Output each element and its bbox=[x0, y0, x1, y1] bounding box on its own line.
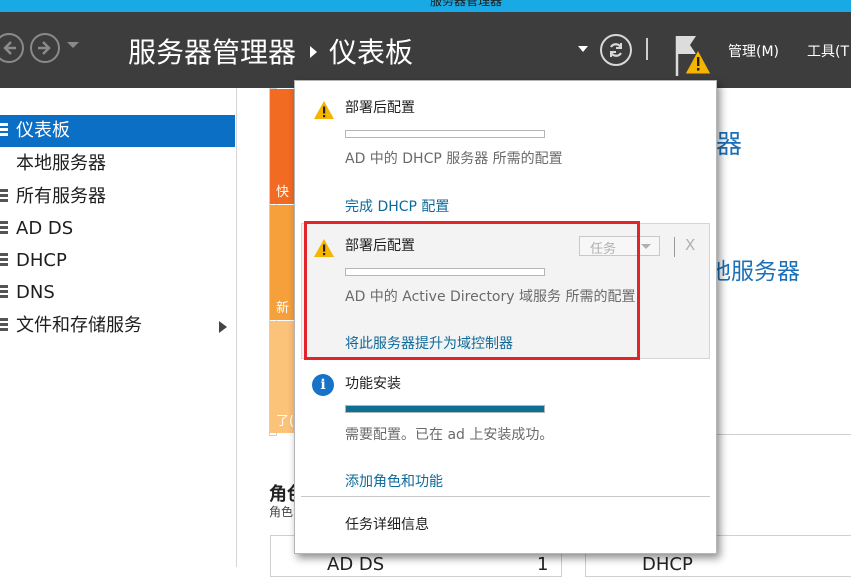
chevron-down-icon bbox=[641, 244, 651, 249]
progress-fill bbox=[346, 406, 544, 412]
sidebar-item-ad-ds[interactable]: AD DS bbox=[0, 213, 235, 245]
breadcrumb-separator-icon bbox=[310, 45, 318, 58]
sidebar-item-label: 仪表板 bbox=[16, 120, 70, 141]
file-storage-icon bbox=[0, 318, 8, 334]
breadcrumb-root[interactable]: 服务器管理器 bbox=[128, 36, 296, 69]
refresh-button[interactable] bbox=[600, 34, 632, 66]
sidebar-item-local-server[interactable]: 本地服务器 bbox=[0, 148, 235, 180]
expand-arrow-icon[interactable] bbox=[219, 321, 227, 333]
learn-more-tile-text: 了( bbox=[276, 414, 295, 429]
window-title: 服务器管理器 bbox=[430, 0, 503, 8]
tools-menu[interactable]: 工具(T bbox=[807, 41, 849, 61]
back-button[interactable] bbox=[0, 33, 24, 63]
warning-icon bbox=[314, 101, 334, 119]
refresh-icon bbox=[609, 43, 623, 57]
flag-warning-icon bbox=[675, 36, 712, 76]
notification-description: 需要配置。已在 ad 上安装成功。 bbox=[345, 427, 554, 443]
complete-dhcp-config-link[interactable]: 完成 DHCP 配置 bbox=[345, 196, 449, 216]
manage-menu[interactable]: 管理(M) bbox=[728, 41, 779, 61]
roles-subheading: 角色 bbox=[269, 505, 294, 519]
dns-icon bbox=[0, 285, 8, 301]
whats-new-tile-text: 新 bbox=[276, 301, 290, 316]
header-separator bbox=[646, 38, 648, 60]
back-arrow-icon bbox=[3, 41, 16, 55]
local-server-link[interactable]: 地服务器 bbox=[708, 252, 800, 286]
sidebar-item-all-servers[interactable]: 所有服务器 bbox=[0, 181, 235, 213]
window-title-bar: 服务器管理器 bbox=[0, 0, 851, 12]
sidebar: 仪表板 本地服务器 所有服务器 AD DS DHCP DNS 文件和存储服务 bbox=[0, 88, 237, 567]
sidebar-item-label: DNS bbox=[16, 282, 55, 303]
sidebar-item-file-storage[interactable]: 文件和存储服务 bbox=[0, 310, 235, 342]
popup-divider bbox=[301, 496, 710, 497]
breadcrumb: 服务器管理器 仪表板 bbox=[128, 31, 413, 71]
notification-progress-bar bbox=[345, 405, 545, 413]
toolbar-separator bbox=[674, 237, 675, 257]
history-dropdown-icon[interactable] bbox=[67, 42, 79, 48]
sidebar-item-label: AD DS bbox=[16, 218, 74, 239]
sidebar-item-label: 文件和存储服务 bbox=[16, 315, 142, 336]
all-servers-icon bbox=[0, 189, 8, 205]
close-notification-button[interactable]: X bbox=[685, 236, 695, 254]
role-card-title: DHCP bbox=[642, 554, 693, 575]
sidebar-item-dashboard[interactable]: 仪表板 bbox=[0, 115, 235, 147]
quick-start-tile-text: 快 bbox=[276, 185, 290, 200]
notifications-flag-button[interactable] bbox=[672, 32, 716, 82]
notification-description: AD 中的 DHCP 服务器 所需的配置 bbox=[345, 151, 563, 167]
forward-button[interactable] bbox=[30, 33, 60, 63]
notification-title: 部署后配置 bbox=[345, 100, 415, 116]
app-header: 服务器管理器 仪表板 管理(M) 工具(T bbox=[0, 12, 851, 88]
role-card-title: AD DS bbox=[327, 554, 385, 575]
task-details-link[interactable]: 任务详细信息 bbox=[345, 514, 429, 534]
notification-title: 功能安装 bbox=[345, 376, 401, 392]
sidebar-item-dns[interactable]: DNS bbox=[0, 277, 235, 309]
breadcrumb-current: 仪表板 bbox=[329, 36, 414, 69]
sidebar-item-dhcp[interactable]: DHCP bbox=[0, 245, 235, 277]
dashboard-icon bbox=[0, 123, 8, 139]
role-card-count: 1 bbox=[537, 554, 549, 575]
sidebar-item-label: 所有服务器 bbox=[16, 186, 106, 207]
notification-progress-bar bbox=[345, 130, 545, 138]
sidebar-item-label: 本地服务器 bbox=[16, 153, 106, 174]
forward-arrow-icon bbox=[38, 41, 51, 55]
configure-server-link[interactable]: 器 bbox=[716, 124, 742, 161]
sidebar-item-label: DHCP bbox=[16, 250, 67, 271]
dhcp-icon bbox=[0, 253, 8, 269]
info-icon: i bbox=[312, 374, 334, 396]
ad-ds-icon bbox=[0, 221, 8, 237]
header-dropdown-icon[interactable] bbox=[578, 46, 588, 52]
highlight-annotation-box bbox=[304, 221, 640, 360]
add-roles-features-link[interactable]: 添加角色和功能 bbox=[345, 471, 443, 491]
